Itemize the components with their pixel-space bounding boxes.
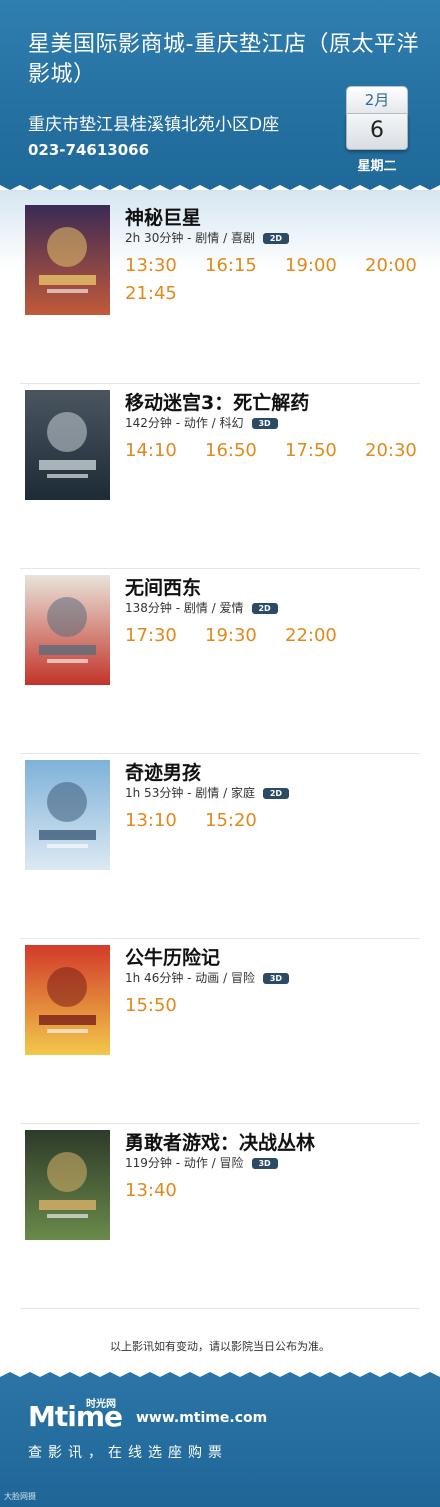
showtime-link[interactable]: 17:50 — [285, 440, 337, 461]
movie-meta: 2h 30分钟 - 剧情 / 喜剧 2D — [125, 229, 289, 246]
movie-meta: 119分钟 - 动作 / 冒险 3D — [125, 1154, 278, 1171]
cinema-name: 星美国际影商城-重庆垫江店（原太平洋影城） — [28, 32, 419, 87]
movie-title[interactable]: 神秘巨星 — [125, 203, 201, 230]
movie-poster[interactable] — [25, 945, 110, 1055]
movie-divider — [20, 383, 420, 384]
footer: Mtime 时光网 www.mtime.com 查影讯，在线选座购票 大脸网摄 — [0, 1378, 440, 1507]
movie-meta: 1h 46分钟 - 动画 / 冒险 3D — [125, 969, 289, 986]
format-badge: 2D — [251, 603, 278, 614]
movie-duration-genre: 1h 46分钟 - 动画 / 冒险 — [125, 971, 255, 985]
format-badge: 3D — [251, 418, 278, 429]
movie-poster[interactable] — [25, 205, 110, 315]
movie-duration-genre: 138分钟 - 剧情 / 爱情 — [125, 601, 244, 615]
date-calendar: 2月 6 — [346, 86, 408, 150]
movie-divider — [20, 1123, 420, 1124]
showtime-link[interactable]: 19:00 — [285, 255, 337, 276]
movie-item[interactable]: 无间西东 138分钟 - 剧情 / 爱情 2D 17:30 19:30 22:00 — [0, 575, 440, 760]
showtime-link[interactable]: 14:10 — [125, 440, 177, 461]
cinema-address: 重庆市垫江县桂溪镇北苑小区D座 — [28, 115, 280, 135]
movie-title[interactable]: 无间西东 — [125, 573, 201, 600]
format-badge: 2D — [262, 788, 289, 799]
site-url[interactable]: www.mtime.com — [136, 1410, 267, 1426]
movie-title[interactable]: 移动迷宫3：死亡解药 — [125, 388, 309, 415]
showtime-link[interactable]: 22:00 — [285, 625, 337, 646]
showtime-link[interactable]: 13:30 — [125, 255, 177, 276]
mtime-logo[interactable]: Mtime 时光网 www.mtime.com — [28, 1398, 267, 1433]
calendar-day: 6 — [346, 114, 408, 150]
movie-item[interactable]: 公牛历险记 1h 46分钟 - 动画 / 冒险 3D 15:50 — [0, 945, 440, 1130]
watermark-text: 大脸网摄 — [4, 1492, 36, 1501]
movie-title[interactable]: 公牛历险记 — [125, 943, 220, 970]
movie-duration-genre: 2h 30分钟 - 剧情 / 喜剧 — [125, 231, 255, 245]
movie-divider — [20, 1308, 420, 1309]
movie-divider — [20, 938, 420, 939]
movie-duration-genre: 142分钟 - 动作 / 科幻 — [125, 416, 244, 430]
showtime-link[interactable]: 15:50 — [125, 995, 177, 1016]
showtime-link[interactable]: 20:30 — [365, 440, 417, 461]
cinema-phone[interactable]: 023-74613066 — [28, 141, 149, 159]
format-badge: 3D — [251, 1158, 278, 1169]
calendar-month: 2月 — [346, 86, 408, 114]
movie-poster[interactable] — [25, 390, 110, 500]
movie-poster[interactable] — [25, 575, 110, 685]
movie-meta: 1h 53分钟 - 剧情 / 家庭 2D — [125, 784, 289, 801]
showtime-link[interactable]: 19:30 — [205, 625, 257, 646]
movie-divider — [20, 568, 420, 569]
showtime-link[interactable]: 21:45 — [125, 283, 177, 304]
movie-title[interactable]: 勇敢者游戏：决战丛林 — [125, 1128, 315, 1155]
movie-item[interactable]: 移动迷宫3：死亡解药 142分钟 - 动作 / 科幻 3D 14:10 16:50 17:… — [0, 390, 440, 575]
showtime-link[interactable]: 16:50 — [205, 440, 257, 461]
showtime-link[interactable]: 13:40 — [125, 1180, 177, 1201]
movie-duration-genre: 119分钟 - 动作 / 冒险 — [125, 1156, 244, 1170]
weekday-label: 星期二 — [357, 159, 397, 174]
showtime-link[interactable]: 20:00 — [365, 255, 417, 276]
logo-chinese: 时光网 — [86, 1399, 116, 1410]
movie-poster[interactable] — [25, 1130, 110, 1240]
showtime-link[interactable]: 16:15 — [205, 255, 257, 276]
movie-item[interactable]: 勇敢者游戏：决战丛林 119分钟 - 动作 / 冒险 3D 13:40 — [0, 1130, 440, 1315]
movie-item[interactable]: 奇迹男孩 1h 53分钟 - 剧情 / 家庭 2D 13:10 15:20 — [0, 760, 440, 945]
footer-slogan: 查影讯，在线选座购票 — [28, 1445, 228, 1461]
schedule-notice: 以上影讯如有变动，请以影院当日公布为准。 — [110, 1340, 330, 1353]
movie-item[interactable]: 神秘巨星 2h 30分钟 - 剧情 / 喜剧 2D 13:30 16:15 19:00 20… — [0, 205, 440, 390]
movie-meta: 138分钟 - 剧情 / 爱情 2D — [125, 599, 278, 616]
movie-divider — [20, 753, 420, 754]
format-badge: 2D — [262, 233, 289, 244]
showtime-link[interactable]: 17:30 — [125, 625, 177, 646]
showtime-link[interactable]: 15:20 — [205, 810, 257, 831]
movie-poster[interactable] — [25, 760, 110, 870]
movie-meta: 142分钟 - 动作 / 科幻 3D — [125, 414, 278, 431]
header: 星美国际影商城-重庆垫江店（原太平洋影城） 重庆市垫江县桂溪镇北苑小区D座 02… — [0, 0, 440, 185]
movie-duration-genre: 1h 53分钟 - 剧情 / 家庭 — [125, 786, 255, 800]
format-badge: 3D — [262, 973, 289, 984]
showtime-link[interactable]: 13:10 — [125, 810, 177, 831]
movie-title[interactable]: 奇迹男孩 — [125, 758, 201, 785]
